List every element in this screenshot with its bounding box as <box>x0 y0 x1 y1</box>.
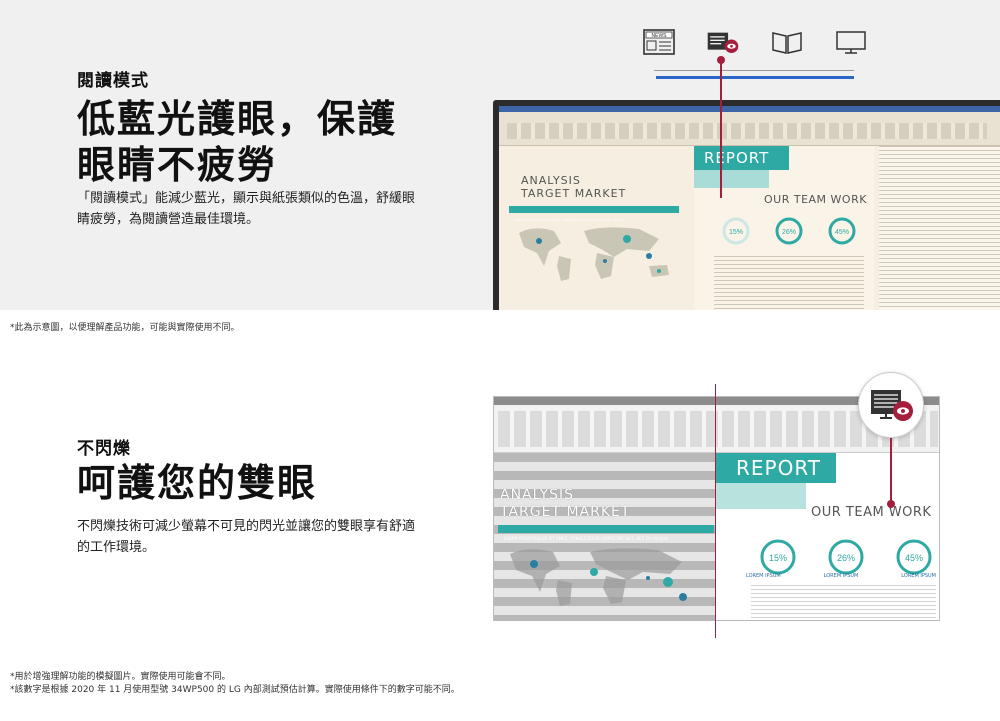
reading-mode-pointer-dot <box>717 56 725 64</box>
ring2-label-2: 26% <box>837 553 855 563</box>
mode-selector: NEWS <box>638 24 878 84</box>
flicker-free-monitor-eye-icon <box>871 390 913 421</box>
report-body-text <box>714 256 864 310</box>
news-icon[interactable]: NEWS <box>642 28 676 56</box>
reading-mode-section: 閱讀模式 低藍光護眼，保護 眼睛不疲勞 「閱讀模式」能減少藍光，顯示與紙張類似的… <box>0 0 1000 310</box>
flicker-pointer-line <box>890 438 892 503</box>
reading-mode-description: 「閱讀模式」能減少藍光，顯示與紙張類似的色溫，舒緩眼睛疲勞，為閱讀營造最佳環境。 <box>77 191 416 227</box>
team-heading-2: OUR TEAM WORK <box>811 505 932 520</box>
reading-mode-eyebrow: 閱讀模式 <box>77 71 149 91</box>
ring-label-1: 15% <box>729 229 743 236</box>
analysis-teal-bar-2: LOREM IPSUM DOLOR SIT AMET, CONSECTETUR … <box>498 525 714 541</box>
mode-track <box>654 70 854 71</box>
percentage-rings-2: 15% 26% 45% <box>760 539 932 575</box>
percentage-rings: 15% 26% 45% <box>722 217 856 245</box>
flicker-safe-eyebrow: 不閃爍 <box>77 439 131 459</box>
analysis-heading: ANALYSIS TARGET MARKET <box>521 174 626 200</box>
world-map-image <box>519 227 669 281</box>
flicker-safe-title: 呵護您的雙眼 <box>77 461 318 505</box>
world-map-image-2 <box>510 548 687 606</box>
lorem-label-1: LOREM IPSUM <box>746 573 781 579</box>
side-document-page <box>879 146 1000 310</box>
lorem-label-2: LOREM IPSUM <box>823 573 859 579</box>
monitor-icon[interactable] <box>834 28 868 56</box>
reading-mode-title: 低藍光護眼，保護 眼睛不疲勞 <box>77 96 397 188</box>
analysis-heading-2: ANALYSIS TARGET MARKET <box>500 487 630 521</box>
monitor-reading-mode: ANALYSIS TARGET MARKET LOREM IPSUM DOLOR… <box>493 100 1000 310</box>
analysis-teal-bar: LOREM IPSUM DOLOR SIT AMET, CONSECTETUR … <box>509 206 679 222</box>
word-ribbon <box>499 106 1000 146</box>
analysis2-line2: TARGET MARKET <box>500 504 631 520</box>
mode-track-active <box>656 76 854 79</box>
ring-label-2: 26% <box>782 229 796 236</box>
flicker-free-badge <box>858 372 924 438</box>
news-icon-text: NEWS <box>652 33 668 39</box>
book-icon[interactable] <box>770 28 804 56</box>
reader-eye-icon[interactable] <box>706 28 740 56</box>
lorem-label-3: LOREM IPSUM <box>901 573 936 579</box>
report-badge: REPORT <box>694 146 789 170</box>
flicker-safe-description: 不閃爍技術可減少螢幕不可見的閃光並讓您的雙眼享有舒適的工作環境。 <box>77 519 416 555</box>
ring-label-3: 45% <box>835 229 849 236</box>
team-heading: OUR TEAM WORK <box>764 193 867 206</box>
lorem-labels: LOREM IPSUM LOREM IPSUM LOREM IPSUM <box>746 573 936 579</box>
flicker-free-half: REPORT OUR TEAM WORK 15% 26% 45% LOREM I… <box>716 453 939 620</box>
report-subtitle-block-2 <box>716 483 806 509</box>
reading-mode-title-line1: 低藍光護眼，保護 <box>77 97 398 141</box>
ring2-label-1: 15% <box>769 553 787 563</box>
report-subtitle-block <box>694 170 769 188</box>
comparison-divider <box>715 384 716 638</box>
flicker-footnote-2: *該數字是根據 2020 年 11 月使用型號 34WP500 的 LG 內部測… <box>10 685 460 695</box>
reading-mode-title-line2: 眼睛不疲勞 <box>77 143 278 187</box>
report-badge-2: REPORT <box>716 453 836 483</box>
analysis-teal-bar-2-text: LOREM IPSUM DOLOR SIT AMET, CONSECTETUR … <box>504 536 669 541</box>
reading-mode-pointer-line <box>720 58 722 198</box>
reading-mode-disclaimer: *此為示意圖，以便理解產品功能，可能與實際使用不同。 <box>10 323 240 333</box>
report-body-text-2 <box>751 585 936 620</box>
flicker-pointer-dot <box>887 500 895 508</box>
report-label: REPORT <box>704 149 770 167</box>
flicker-footnote-1: *用於增強理解功能的模擬圖片。實際使用可能會不同。 <box>10 672 231 682</box>
ring2-label-3: 45% <box>905 553 923 563</box>
analysis-line1: ANALYSIS <box>521 174 581 187</box>
analysis-page: ANALYSIS TARGET MARKET LOREM IPSUM DOLOR… <box>499 146 694 310</box>
analysis2-line1: ANALYSIS <box>500 487 575 503</box>
reading-mode-screen: ANALYSIS TARGET MARKET LOREM IPSUM DOLOR… <box>499 106 1000 310</box>
analysis-line2: TARGET MARKET <box>521 187 627 200</box>
report-label-2: REPORT <box>736 456 821 480</box>
